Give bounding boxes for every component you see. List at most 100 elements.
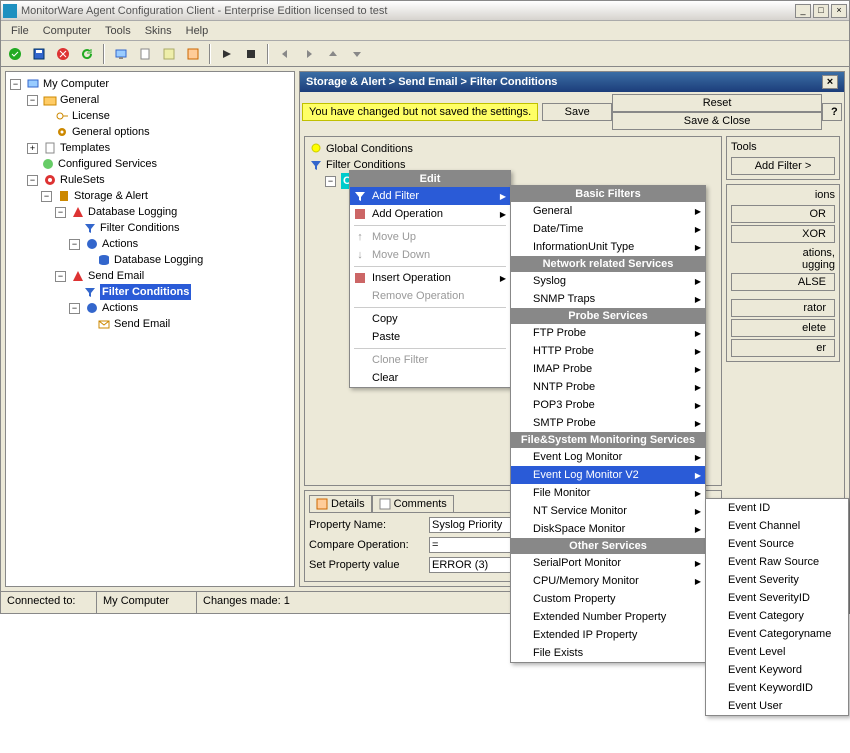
ctx-add-filter[interactable]: Add Filter xyxy=(350,187,510,205)
ctx3-ekw[interactable]: Event Keyword xyxy=(706,661,848,679)
prop-name-input[interactable] xyxy=(429,517,519,533)
add-filter-button[interactable]: Add Filter > xyxy=(731,157,835,175)
tree-dbl2[interactable]: Database Logging xyxy=(114,252,203,268)
tab-comments[interactable]: Comments xyxy=(372,495,454,512)
tree-templates[interactable]: Templates xyxy=(60,140,110,156)
ctx2-snmp[interactable]: SNMP Traps xyxy=(511,290,705,308)
nav-tree[interactable]: −My Computer −General License General op… xyxy=(5,71,295,587)
save-button[interactable]: Save xyxy=(542,103,612,121)
tree-act1[interactable]: Actions xyxy=(102,236,138,252)
ctx3-esev[interactable]: Event Severity xyxy=(706,571,848,589)
compare-op-input[interactable] xyxy=(429,537,519,553)
props-icon[interactable] xyxy=(183,44,203,64)
save-close-button[interactable]: Save & Close xyxy=(612,112,822,130)
tree-license[interactable]: License xyxy=(72,108,110,124)
left-icon[interactable] xyxy=(275,44,295,64)
ctx2-ftp[interactable]: FTP Probe xyxy=(511,324,705,342)
expand-toggle[interactable]: − xyxy=(55,271,66,282)
ctx-add-operation[interactable]: Add Operation xyxy=(350,205,510,223)
ctx2-http[interactable]: HTTP Probe xyxy=(511,342,705,360)
expand-toggle[interactable]: − xyxy=(55,207,66,218)
ctx2-elm2[interactable]: Event Log Monitor V2 xyxy=(511,466,705,484)
play-icon[interactable] xyxy=(217,44,237,64)
ok-icon[interactable] xyxy=(5,44,25,64)
ctx2-ntsm[interactable]: NT Service Monitor xyxy=(511,502,705,520)
expand-toggle[interactable]: + xyxy=(27,143,38,154)
tree-general[interactable]: General xyxy=(60,92,99,108)
menu-tools[interactable]: Tools xyxy=(99,23,137,39)
ctx2-fm[interactable]: File Monitor xyxy=(511,484,705,502)
tree-genopt[interactable]: General options xyxy=(72,124,150,140)
ctx3-ech[interactable]: Event Channel xyxy=(706,517,848,535)
ctx2-spm[interactable]: SerialPort Monitor xyxy=(511,554,705,572)
ctx3-eid[interactable]: Event ID xyxy=(706,499,848,517)
menu-computer[interactable]: Computer xyxy=(37,23,97,39)
tab-details[interactable]: Details xyxy=(309,495,372,512)
ctx2-smtp[interactable]: SMTP Probe xyxy=(511,414,705,432)
xor-button[interactable]: XOR xyxy=(731,225,835,243)
expand-toggle[interactable]: − xyxy=(10,79,21,90)
ctx3-ecatn[interactable]: Event Categoryname xyxy=(706,625,848,643)
ctx3-ers[interactable]: Event Raw Source xyxy=(706,553,848,571)
tree-rulesets[interactable]: RuleSets xyxy=(60,172,105,188)
reload-icon[interactable] xyxy=(77,44,97,64)
ctx-paste[interactable]: Paste xyxy=(350,328,510,346)
save-icon[interactable] xyxy=(29,44,49,64)
false-button[interactable]: ALSE xyxy=(731,273,835,291)
tree-sendemail[interactable]: Send Email xyxy=(88,268,144,284)
tree-dbl[interactable]: Database Logging xyxy=(88,204,177,220)
tree-act2[interactable]: Actions xyxy=(102,300,138,316)
maximize-button[interactable]: □ xyxy=(813,4,829,18)
right-icon[interactable] xyxy=(299,44,319,64)
or-button[interactable]: OR xyxy=(731,205,835,223)
minimize-button[interactable]: _ xyxy=(795,4,811,18)
ctx3-ecat[interactable]: Event Category xyxy=(706,607,848,625)
tree-fc2-selected[interactable]: Filter Conditions xyxy=(100,284,191,300)
ctx3-elvl[interactable]: Event Level xyxy=(706,643,848,661)
ctx2-elm[interactable]: Event Log Monitor xyxy=(511,448,705,466)
computer-icon[interactable] xyxy=(111,44,131,64)
close-button[interactable]: × xyxy=(831,4,847,18)
menu-help[interactable]: Help xyxy=(180,23,215,39)
doc-icon[interactable] xyxy=(135,44,155,64)
cancel-icon[interactable] xyxy=(53,44,73,64)
expand-toggle[interactable]: − xyxy=(69,239,80,250)
ctx-copy[interactable]: Copy xyxy=(350,310,510,328)
ctx2-eip[interactable]: Extended IP Property xyxy=(511,626,705,644)
ctx3-ekwid[interactable]: Event KeywordID xyxy=(706,679,848,697)
menu-skins[interactable]: Skins xyxy=(139,23,178,39)
tree-root[interactable]: My Computer xyxy=(43,76,109,92)
stop-icon[interactable] xyxy=(241,44,261,64)
down-icon[interactable] xyxy=(347,44,367,64)
set-prop-input[interactable] xyxy=(429,557,519,573)
menu-file[interactable]: File xyxy=(5,23,35,39)
ctx3-euser[interactable]: Event User xyxy=(706,697,848,715)
tree-sa[interactable]: Storage & Alert xyxy=(74,188,148,204)
ctx-clear[interactable]: Clear xyxy=(350,369,510,387)
ctx2-pop3[interactable]: POP3 Probe xyxy=(511,396,705,414)
ctx2-fe[interactable]: File Exists xyxy=(511,644,705,662)
up-icon[interactable] xyxy=(323,44,343,64)
ctx2-nntp[interactable]: NNTP Probe xyxy=(511,378,705,396)
wrench-icon[interactable] xyxy=(159,44,179,64)
expand-toggle[interactable]: − xyxy=(41,191,52,202)
global-conditions[interactable]: Global Conditions xyxy=(326,141,413,157)
tree-cfgsvc[interactable]: Configured Services xyxy=(58,156,157,172)
ctx2-imap[interactable]: IMAP Probe xyxy=(511,360,705,378)
expand-toggle[interactable]: − xyxy=(69,303,80,314)
ctx2-cmm[interactable]: CPU/Memory Monitor xyxy=(511,572,705,590)
ctx3-esevid[interactable]: Event SeverityID xyxy=(706,589,848,607)
operator-button[interactable]: rator xyxy=(731,299,835,317)
ctx2-general[interactable]: General xyxy=(511,202,705,220)
expand-toggle[interactable]: − xyxy=(325,176,336,187)
ctx2-dsm[interactable]: DiskSpace Monitor xyxy=(511,520,705,538)
clone-button[interactable]: er xyxy=(731,339,835,357)
ctx2-cp[interactable]: Custom Property xyxy=(511,590,705,608)
panel-close-button[interactable]: × xyxy=(822,75,838,89)
expand-toggle[interactable]: − xyxy=(27,95,38,106)
ctx-insert-op[interactable]: Insert Operation xyxy=(350,269,510,287)
ctx2-datetime[interactable]: Date/Time xyxy=(511,220,705,238)
tree-se2[interactable]: Send Email xyxy=(114,316,170,332)
ctx2-syslog[interactable]: Syslog xyxy=(511,272,705,290)
help-button[interactable]: ? xyxy=(822,103,842,121)
